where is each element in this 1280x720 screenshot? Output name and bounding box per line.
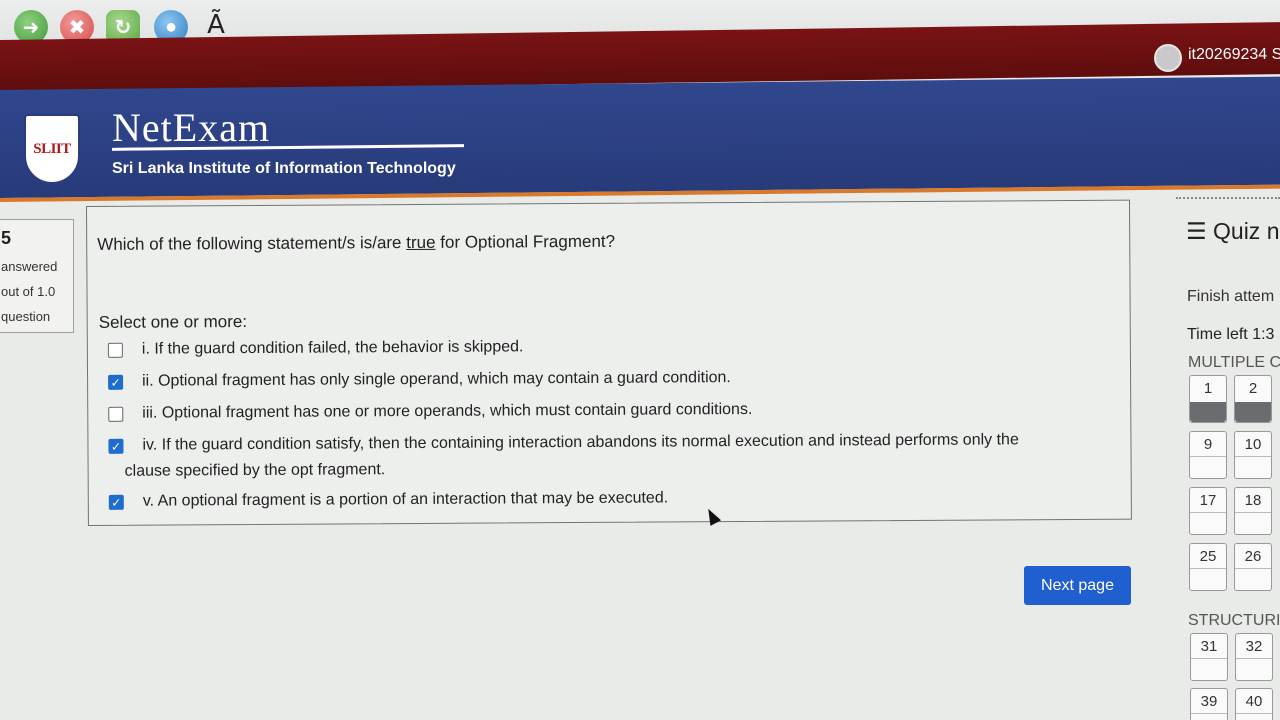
logo-text: SLIIT (33, 140, 71, 157)
brand-subtitle: Sri Lanka Institute of Information Techn… (112, 160, 456, 177)
quiz-nav-cell[interactable]: 39 (1190, 688, 1228, 720)
question-info-panel: 5 answered out of 1.0 question (0, 219, 74, 333)
question-text-before: Which of the following statement/s is/ar… (97, 233, 407, 254)
section-structured: STRUCTURI (1188, 612, 1280, 629)
quiz-nav-cell[interactable]: 10 (1234, 431, 1272, 479)
option-iii-checkbox[interactable] (108, 406, 124, 422)
question-text: Which of the following statement/s is/ar… (97, 232, 615, 255)
hamburger-menu-icon[interactable]: ☰ (1186, 218, 1207, 244)
quiz-nav-cell-number[interactable]: 25 (1200, 548, 1217, 565)
exam-page: ➜ ✖ ↻ ● Ã it20269234 S SLIIT NetExam Sri… (0, 0, 1280, 720)
quiz-nav-cell-number[interactable]: 17 (1200, 492, 1217, 509)
quiz-nav-cell[interactable]: 40 (1235, 688, 1273, 720)
option-iv-label[interactable]: iv. If the guard condition satisfy, then… (142, 431, 1018, 454)
nav-divider (1176, 197, 1280, 199)
quiz-nav-cell-number[interactable]: 26 (1245, 548, 1262, 565)
finish-attempt-link[interactable]: Finish attem (1187, 288, 1274, 306)
question-status: answered (1, 259, 58, 274)
option-iii-label[interactable]: iii. Optional fragment has one or more o… (142, 401, 752, 423)
option-i-label[interactable]: i. If the guard condition failed, the be… (142, 338, 524, 358)
option-v-checkbox[interactable]: ✓ (108, 494, 124, 510)
time-left: Time left 1:3 (1187, 326, 1275, 343)
flag-question[interactable]: question (1, 309, 73, 324)
quiz-nav-cell-number[interactable]: 40 (1246, 693, 1263, 710)
quiz-nav-cell[interactable]: 26 (1234, 543, 1272, 591)
option-ii-checkbox[interactable]: ✓ (108, 374, 124, 390)
option-v-label[interactable]: v. An optional fragment is a portion of … (143, 489, 668, 510)
sliit-logo: SLIIT (24, 114, 80, 184)
next-page-button[interactable]: Next page (1024, 566, 1131, 605)
option-ii-label[interactable]: ii. Optional fragment has only single op… (142, 369, 731, 391)
question-marks: out of 1.0 (1, 284, 56, 299)
quiz-nav-cell[interactable]: 32 (1235, 633, 1273, 681)
quiz-nav-cell-number[interactable]: 1 (1204, 380, 1212, 397)
question-box: Which of the following statement/s is/ar… (86, 199, 1132, 526)
question-number: 5 (1, 228, 12, 248)
option-i-checkbox[interactable] (107, 342, 123, 358)
quiz-nav-cell-number[interactable]: 39 (1201, 693, 1218, 710)
brand-title[interactable]: NetExam (112, 104, 270, 151)
quiz-nav-cell-number[interactable]: 32 (1246, 638, 1263, 655)
quiz-nav-cell-number[interactable]: 10 (1245, 436, 1262, 453)
question-text-after: for Optional Fragment? (435, 231, 616, 252)
quiz-nav-cell[interactable]: 1 (1189, 375, 1227, 423)
select-instruction: Select one or more: (98, 312, 248, 332)
question-text-emphasis: true (406, 232, 436, 253)
quiz-nav-cell[interactable]: 17 (1189, 487, 1227, 535)
quiz-nav-cell[interactable]: 9 (1189, 431, 1227, 479)
option-iv-label-continued[interactable]: clause specified by the opt fragment. (125, 461, 386, 481)
quiz-nav-cell[interactable]: 2 (1234, 375, 1272, 423)
quiz-nav-cell[interactable]: 18 (1234, 487, 1272, 535)
option-iv-checkbox[interactable]: ✓ (108, 438, 124, 454)
quiz-nav-cell-number[interactable]: 31 (1201, 638, 1218, 655)
quiz-nav-title: ☰ Quiz n (1186, 218, 1280, 245)
quiz-nav-cell-number[interactable]: 9 (1204, 436, 1212, 453)
section-multiple-choice: MULTIPLE C (1188, 354, 1280, 371)
avatar[interactable] (1154, 44, 1182, 72)
user-name[interactable]: it20269234 S (1188, 46, 1280, 64)
quiz-nav-cell[interactable]: 25 (1189, 543, 1227, 591)
quiz-nav-cell-number[interactable]: 2 (1249, 380, 1257, 397)
quiz-nav-cell-number[interactable]: 18 (1245, 492, 1262, 509)
quiz-nav-cell[interactable]: 31 (1190, 633, 1228, 681)
quiz-nav-title-text: Quiz n (1213, 218, 1280, 244)
